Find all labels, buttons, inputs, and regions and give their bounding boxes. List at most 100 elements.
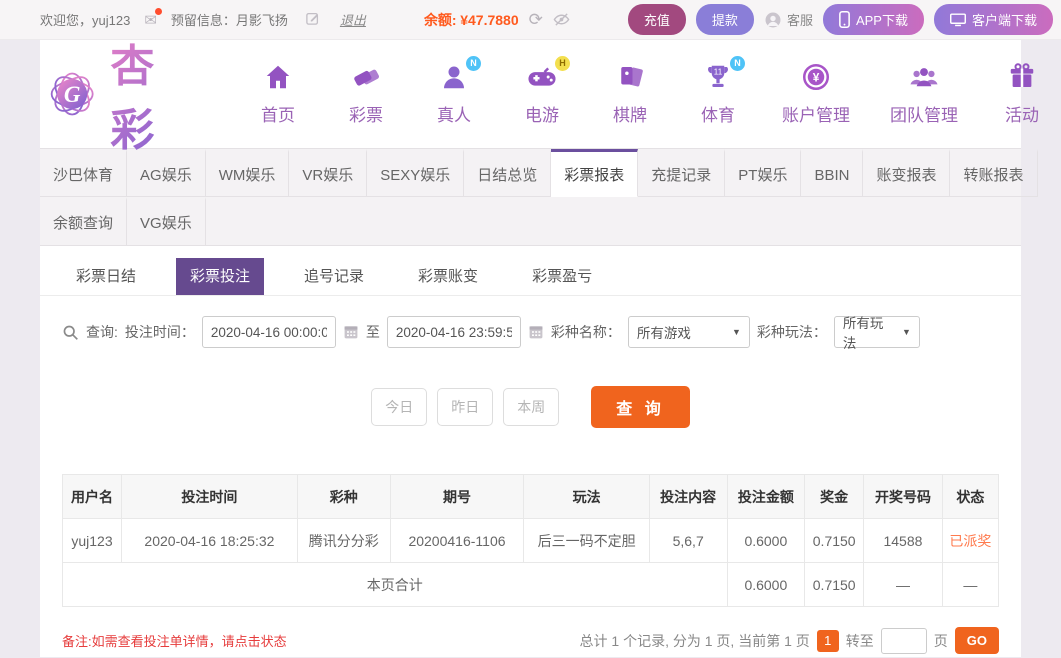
customer-service-icon [764,11,782,29]
nav-item-live[interactable]: N 真人 [410,56,498,126]
monitor-icon [949,12,966,27]
col-issue: 期号 [389,474,525,519]
lottery-name-label: 彩种名称： [550,324,621,340]
content-wrapper: G 杏彩 首页 彩票 N 真人 H 电游 棋牌 11 N 体育 ¥ 账户管理 团… [40,40,1039,657]
live-person-icon: N [439,56,481,94]
tab-bbin[interactable]: BBIN [801,149,864,197]
nav-label: 活动 [1005,106,1039,125]
yesterday-button[interactable]: 昨日 [437,388,494,426]
tab-deposit-withdraw-records[interactable]: 充提记录 [638,149,726,197]
quick-filter-row: 今日 昨日 本周 查 询 [40,364,1021,434]
cell-prize: 0.7150 [804,518,865,563]
page-1-button[interactable]: 1 [816,629,839,652]
mail-icon[interactable]: ✉ [144,7,162,29]
summary-status: — [941,562,1000,607]
col-play: 玩法 [523,474,650,519]
team-icon [908,62,940,94]
report-tab-bar: 沙巴体育 AG娱乐 WM娱乐 VR娱乐 SEXY娱乐 日结总览 彩票报表 充提记… [40,148,1038,246]
subtab-lottery-daily[interactable]: 彩票日结 [62,258,150,295]
nav-label: 棋牌 [613,106,647,125]
tab-wm[interactable]: WM娱乐 [205,149,290,197]
col-status: 状态 [941,474,1000,519]
nav-item-egames[interactable]: H 电游 [498,56,586,126]
note-text: 备注:如需查看投注单详情，请点击状态 [62,634,287,649]
client-download-button[interactable]: 客户端下载 [933,4,1053,35]
deposit-button[interactable]: 充值 [627,4,686,35]
col-bet-time: 投注时间 [120,474,298,519]
nav-label: 电游 [525,106,559,125]
subtab-chase-records[interactable]: 追号记录 [290,258,378,295]
table-row: yuj123 2020-04-16 18:25:32 腾讯分分彩 2020041… [62,518,1000,563]
cell-bet-content: 5,6,7 [648,518,728,563]
lottery-name-select[interactable]: 所有游戏 ▼ [627,316,750,348]
client-download-label: 客户端下载 [971,13,1037,28]
tab-pt[interactable]: PT娱乐 [725,149,802,197]
subtab-lottery-profit[interactable]: 彩票盈亏 [518,258,606,295]
nav-badge-n: N [466,56,481,71]
nav-item-chess[interactable]: 棋牌 [586,62,674,126]
refresh-balance-icon[interactable]: ⟳ [529,11,543,28]
subtab-lottery-bets[interactable]: 彩票投注 [176,258,265,295]
nav-item-promos[interactable]: 活动 [978,62,1061,126]
calendar-icon[interactable] [343,324,359,340]
nav-item-home[interactable]: 首页 [234,62,322,126]
summary-bet-amount: 0.6000 [726,562,806,607]
query-label: 查询: [86,324,118,340]
lottery-name-value: 所有游戏 [636,326,691,341]
tab-lottery-report[interactable]: 彩票报表 [551,149,639,197]
site-header: G 杏彩 首页 彩票 N 真人 H 电游 棋牌 11 N 体育 ¥ 账户管理 团… [40,40,1039,155]
pagination: 总计 1 个记录, 分为 1 页, 当前第 1 页 1 转至 页 GO [579,627,999,654]
logout-link[interactable]: 退出 [340,10,366,29]
nav-item-account[interactable]: ¥ 账户管理 [762,62,870,126]
cell-draw-numbers: 14588 [863,518,943,563]
nav-item-lottery[interactable]: 彩票 [322,62,410,126]
search-button[interactable]: 查 询 [591,386,690,428]
search-icon [62,324,79,341]
nav-label: 彩票 [349,106,383,125]
lottery-subtabs: 彩票日结 彩票投注 追号记录 彩票账变 彩票盈亏 [40,246,1021,296]
end-time-input[interactable] [386,316,521,348]
svg-text:G: G [64,82,81,107]
start-time-input[interactable] [201,316,336,348]
nav-badge-h: H [555,56,570,71]
phone-icon [839,11,850,28]
go-button[interactable]: GO [954,627,999,654]
hide-balance-icon[interactable] [553,12,570,27]
page-unit-label: 页 [933,632,948,649]
withdraw-button[interactable]: 提款 [695,4,754,35]
svg-text:11: 11 [714,67,723,76]
customer-service-link[interactable]: 客服 [764,10,813,29]
this-week-button[interactable]: 本周 [503,388,560,426]
goto-page-input[interactable] [880,627,927,654]
edit-icon[interactable] [306,11,320,28]
gift-icon [1007,62,1037,94]
nav-item-sports[interactable]: 11 N 体育 [674,56,762,126]
nav-item-team[interactable]: 团队管理 [870,62,978,126]
pagination-summary: 总计 1 个记录, 分为 1 页, 当前第 1 页 [579,632,810,649]
tab-saba-sports[interactable]: 沙巴体育 [40,149,128,197]
today-button[interactable]: 今日 [371,388,428,426]
tab-ag[interactable]: AG娱乐 [127,149,206,197]
tab-vr[interactable]: VR娱乐 [289,149,368,197]
status-badge[interactable]: 已派奖 [941,518,1000,563]
tab-account-change-report[interactable]: 账变报表 [863,149,951,197]
calendar-icon[interactable] [528,324,544,340]
app-download-button[interactable]: APP下载 [822,4,924,35]
tab-daily-summary[interactable]: 日结总览 [464,149,552,197]
tab-transfer-report[interactable]: 转账报表 [950,149,1038,197]
play-type-label: 彩种玩法： [756,324,827,340]
chevron-down-icon: ▼ [731,327,741,337]
tab-sexy[interactable]: SEXY娱乐 [367,149,465,197]
summary-label: 本页合计 [62,562,728,607]
tab-vg[interactable]: VG娱乐 [127,197,206,245]
trophy-icon: 11 N [703,56,745,94]
col-lottery: 彩种 [296,474,391,519]
subtab-lottery-account-change[interactable]: 彩票账变 [404,258,492,295]
nav-label: 首页 [261,106,295,125]
tab-balance-query[interactable]: 余额查询 [40,197,128,245]
tickets-icon [351,62,381,94]
main-nav: 首页 彩票 N 真人 H 电游 棋牌 11 N 体育 ¥ 账户管理 团队管理 活… [234,56,1061,126]
to-label: 至 [365,324,380,340]
brand-logo[interactable]: G 杏彩 [42,30,178,158]
play-type-select[interactable]: 所有玩法 ▼ [833,316,920,351]
